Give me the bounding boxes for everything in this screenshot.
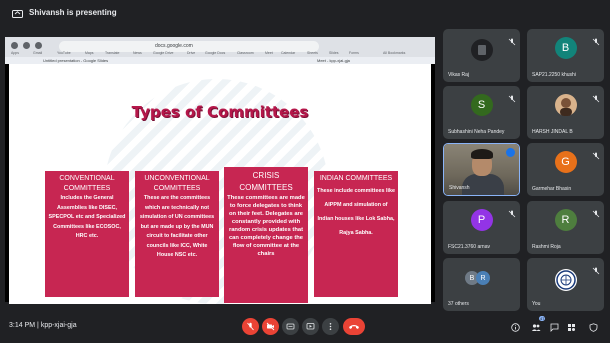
meeting-time: 3:14 PM <box>9 322 36 329</box>
committee-heading: INDIAN COMMITTEES <box>319 175 393 182</box>
participant-name: FSC21.3760 arnav <box>448 244 490 250</box>
meeting-code: kpp-xjai-gja <box>40 322 77 329</box>
participant-name: Garmehar Bhasin <box>532 186 572 192</box>
committee-box-indian: INDIAN COMMITTEES These include committe… <box>314 171 398 297</box>
participant-name: Rashmi Roja <box>532 244 561 250</box>
tab-meet: Meet - kpp-xjai-gja <box>317 58 350 63</box>
bookmark-item: Drive <box>187 51 196 55</box>
participant-tile-others[interactable]: B R 37 others <box>443 258 520 311</box>
browser-toolbar: docs.google.com Apps Gmail YouTube Maps … <box>5 37 435 57</box>
committee-heading: UNCONVENTIONAL COMMITTEES <box>144 175 210 192</box>
participant-tile[interactable]: S Subhashini Neha Pandey <box>443 86 520 139</box>
bookmark-item: Forms <box>349 51 359 55</box>
bookmark-item: Translate <box>105 51 120 55</box>
presenting-banner: Shivansh is presenting <box>0 0 610 28</box>
participant-tile[interactable]: B SAP21.2250 khushi <box>527 29 604 82</box>
committee-heading: CRISIS COMMITTEES <box>239 171 293 192</box>
meeting-time-and-code: 3:14 PM | kpp-xjai-gja <box>9 322 77 329</box>
participant-name: SAP21.2250 khushi <box>532 72 576 78</box>
committee-box-crisis: CRISIS COMMITTEES These committees are m… <box>224 167 308 303</box>
mic-off-icon <box>592 205 600 218</box>
presentation-stage[interactable]: docs.google.com Apps Gmail YouTube Maps … <box>5 37 435 304</box>
participant-tile-active-speaker[interactable]: Shivansh <box>443 143 520 196</box>
slide: Types of Committees CONVENTIONAL COMMITT… <box>9 64 431 304</box>
committee-body: These committees are made to force deleg… <box>227 195 305 257</box>
bookmark-item: Meet <box>265 51 273 55</box>
bookmark-item: Classroom <box>237 51 254 55</box>
forward-icon <box>23 42 30 49</box>
participant-tile[interactable]: Vikas Raj <box>443 29 520 82</box>
tab-slides: Untitled presentation - Google Slides <box>43 58 109 63</box>
committee-box-conventional: CONVENTIONAL COMMITTEES Includes the Gen… <box>45 171 129 297</box>
bookmark-item: All Bookmarks <box>383 51 406 55</box>
avatar: R <box>554 209 577 231</box>
mic-toggle-button[interactable] <box>242 318 259 335</box>
participant-tile[interactable]: HARSH JINDAL B <box>527 86 604 139</box>
people-count-badge: 47 <box>539 316 546 321</box>
mic-off-icon <box>508 90 516 103</box>
more-options-button[interactable] <box>322 318 339 335</box>
address-text: docs.google.com <box>155 43 193 49</box>
camera-person-hair <box>471 149 493 159</box>
participant-name: Subhashini Neha Pandey <box>448 129 505 135</box>
avatar: B <box>554 37 577 59</box>
bookmark-item: Calendar <box>281 51 296 55</box>
presenting-text: Shivansh is presenting <box>29 8 117 17</box>
slide-title: Types of Committees <box>131 103 309 121</box>
back-icon <box>11 42 18 49</box>
bookmark-item: Maps <box>85 51 94 55</box>
participant-name: HARSH JINDAL B <box>532 129 573 135</box>
avatar: P <box>470 209 493 231</box>
separator: | <box>37 322 39 329</box>
reload-icon <box>35 42 42 49</box>
committee-body: These are the committees which are techn… <box>139 195 215 258</box>
mic-off-icon <box>592 33 600 46</box>
activities-icon[interactable] <box>566 322 576 332</box>
bookmark-item: Google Docs <box>205 51 226 55</box>
mic-off-icon <box>592 262 600 275</box>
committee-box-unconventional: UNCONVENTIONAL COMMITTEES These are the … <box>135 171 219 297</box>
mic-off-icon <box>592 147 600 160</box>
browser-nav-buttons <box>11 42 42 49</box>
bookmark-item: News <box>133 51 142 55</box>
committee-body: Includes the General Assemblies like DIS… <box>48 195 126 239</box>
present-screen-icon <box>11 8 23 20</box>
browser-tab-strip: Untitled presentation - Google Slides Me… <box>5 57 435 64</box>
bookmark-item: Slides <box>329 51 339 55</box>
bookmark-item: YouTube <box>57 51 71 55</box>
participant-tile[interactable]: G Garmehar Bhasin <box>527 143 604 196</box>
mic-off-icon <box>592 90 600 103</box>
participant-name: 37 others <box>448 301 469 307</box>
bookmark-item: Apps <box>11 51 19 55</box>
meeting-controls-bar: 3:14 PM | kpp-xjai-gja 47 <box>0 310 610 343</box>
avatar-stack-r: R <box>476 271 490 285</box>
participant-name: Shivansh <box>449 185 470 191</box>
captions-button[interactable] <box>282 318 299 335</box>
participant-tile-self[interactable]: You <box>527 258 604 311</box>
avatar: G <box>554 151 577 173</box>
leave-call-button[interactable] <box>343 318 365 335</box>
people-icon[interactable] <box>531 322 541 332</box>
participant-tile[interactable]: P FSC21.3760 arnav <box>443 201 520 254</box>
avatar: S <box>470 94 493 116</box>
bookmark-item: Gmail <box>33 51 43 55</box>
present-now-button[interactable] <box>302 318 319 335</box>
host-controls-icon[interactable] <box>588 322 598 332</box>
participant-name: You <box>532 301 541 307</box>
committee-heading: CONVENTIONAL COMMITTEES <box>59 175 115 192</box>
mic-off-icon <box>508 33 516 46</box>
bookmark-item: Google Drive <box>153 51 174 55</box>
avatar-logo <box>554 269 577 291</box>
camera-toggle-button[interactable] <box>262 318 279 335</box>
avatar-photo <box>554 94 577 116</box>
committee-body: These include committees like AIPPM and … <box>317 188 395 236</box>
chat-icon[interactable] <box>549 322 559 332</box>
mic-off-icon <box>508 205 516 218</box>
speaking-indicator-icon <box>506 148 515 157</box>
meeting-details-icon[interactable] <box>510 322 520 332</box>
avatar <box>470 39 493 61</box>
bookmark-item: Sheets <box>307 51 318 55</box>
participant-tile[interactable]: R Rashmi Roja <box>527 201 604 254</box>
participant-name: Vikas Raj <box>448 72 470 78</box>
